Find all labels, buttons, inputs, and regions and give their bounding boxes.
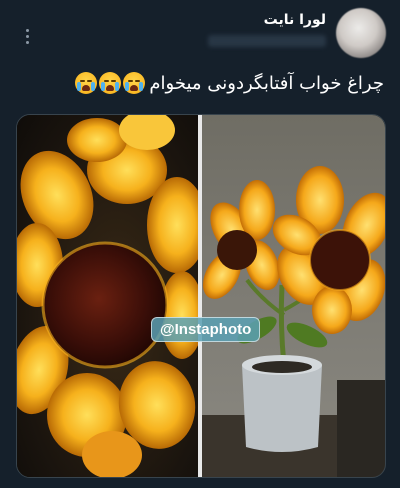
sunflower-closeup-photo[interactable] <box>17 115 198 477</box>
loudly-crying-face-icon <box>75 72 98 94</box>
sunflower-lamp-image <box>202 166 385 477</box>
tweet-text: چراغ خواب آفتابگردونی میخوام <box>40 72 384 94</box>
more-dot-icon <box>25 34 29 38</box>
loudly-crying-face-icon <box>99 72 122 94</box>
tweet-media[interactable]: @Instaphoto <box>16 114 386 478</box>
watermark: @Instaphoto <box>151 317 261 342</box>
loudly-crying-face-icon <box>123 72 146 94</box>
tweet-text-content: چراغ خواب آفتابگردونی میخوام <box>149 72 384 94</box>
more-dot-icon <box>25 40 29 44</box>
more-dot-icon <box>25 28 29 32</box>
author-display-name[interactable]: لورا نایت <box>264 12 326 28</box>
avatar[interactable] <box>336 8 386 58</box>
author-handle-blurred <box>208 35 326 47</box>
emoji-group <box>75 72 146 94</box>
sunflower-closeup-image <box>17 115 198 477</box>
more-options-button[interactable] <box>20 24 34 48</box>
sunflower-lamp-photo[interactable] <box>202 115 385 477</box>
tweet: لورا نایت چراغ خواب آفتابگردونی میخوام @… <box>0 0 400 488</box>
